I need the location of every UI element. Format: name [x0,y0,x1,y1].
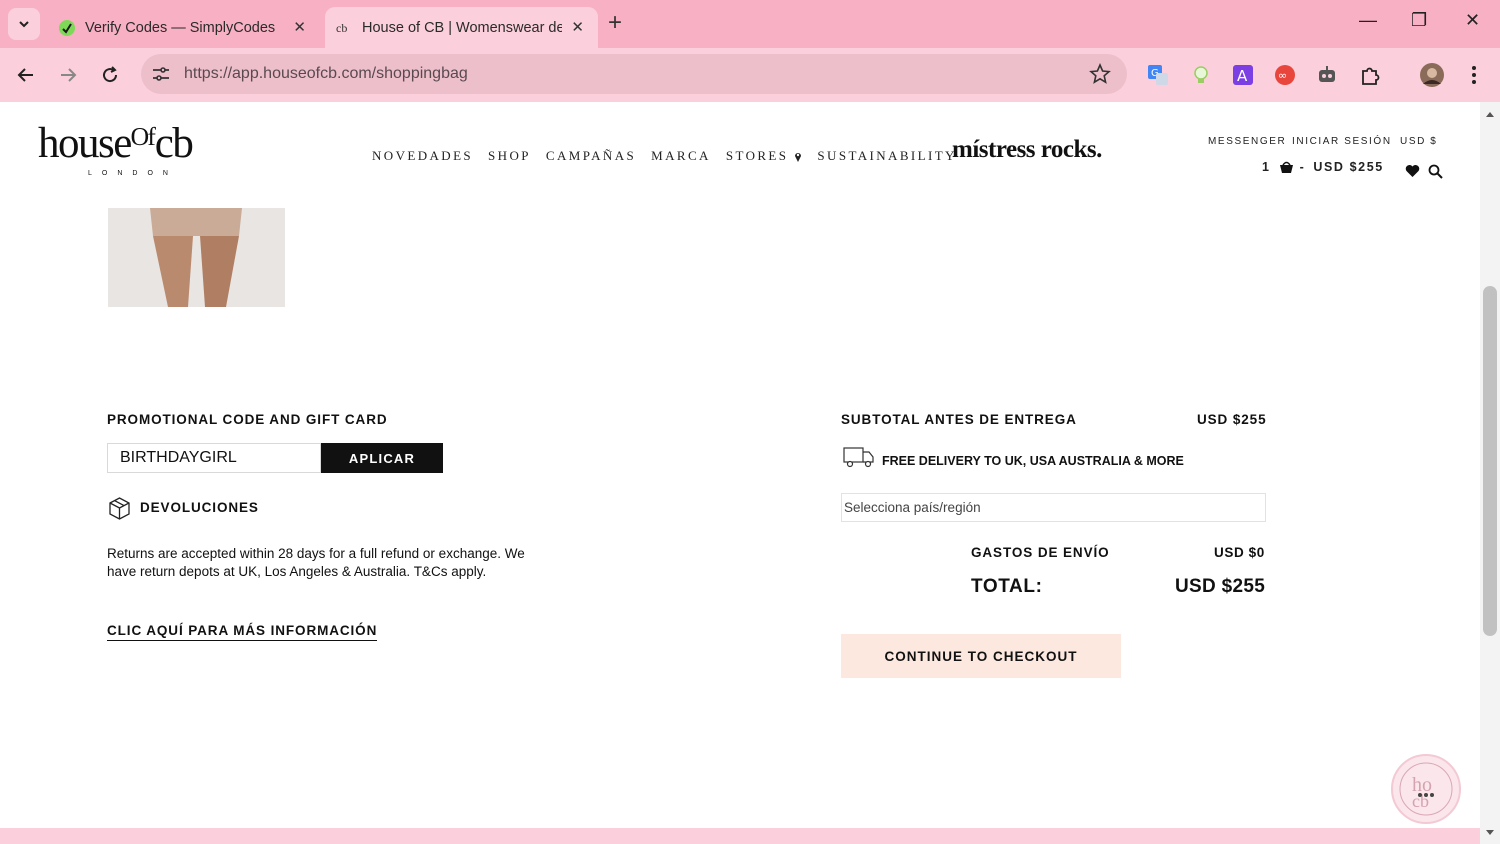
shopping-bag-page: houseᴼᶠcb LONDON NOVEDADES SHOP CAMPAÑAS… [0,102,1480,828]
mistress-rocks-link[interactable]: místress rocks. [952,136,1102,164]
forward-button[interactable] [54,61,82,89]
bag-total: USD $255 [1313,160,1384,174]
nav-marca[interactable]: MARCA [651,148,711,164]
box-icon [109,497,130,520]
messenger-link[interactable]: MESSENGER [1208,136,1286,147]
new-tab-button[interactable]: + [608,10,622,36]
country-select[interactable]: Selecciona país/región [841,493,1266,522]
page-bottom-strip [0,828,1480,844]
returns-text: Returns are accepted within 28 days for … [107,546,525,579]
browser-menu-icon[interactable] [1462,63,1486,87]
product-thumbnail[interactable] [108,208,285,307]
houseofcb-icon: cb [336,21,347,35]
subtotal-label: SUBTOTAL ANTES DE ENTREGA [841,412,1077,427]
nav-campanas[interactable]: CAMPAÑAS [546,148,636,164]
main-navigation: NOVEDADES SHOP CAMPAÑAS MARCA STORES SUS… [372,148,957,164]
free-delivery-text: FREE DELIVERY TO UK, USA AUSTRALIA & MOR… [882,454,1184,468]
simplycodes-icon [59,19,75,36]
houseofcb-logo[interactable]: houseᴼᶠcb [38,120,194,167]
more-info-link[interactable]: CLIC AQUÍ PARA MÁS INFORMACIÓN [107,623,378,641]
reload-button[interactable] [96,61,124,89]
nav-stores-label: STORES [725,148,789,163]
infinity-extension-icon[interactable]: ∞ [1273,63,1297,87]
back-button[interactable] [12,61,40,89]
tab-simplycodes[interactable]: Verify Codes — SimplyCodes ✕ [48,7,320,48]
browser-tab-bar: Verify Codes — SimplyCodes ✕ cb House of… [0,0,1500,48]
svg-text:A: A [1237,67,1248,85]
arrow-left-icon [17,68,33,82]
translate-extension-icon[interactable]: G [1146,63,1170,87]
extensions-puzzle-icon[interactable] [1358,63,1382,87]
address-bar[interactable]: https://app.houseofcb.com/shoppingbag [141,54,1127,94]
promo-code-input[interactable]: BIRTHDAYGIRL [107,443,321,473]
page-scrollbar[interactable] [1480,102,1500,844]
svg-text:cb: cb [336,21,347,35]
subtotal-value: USD $255 [1197,412,1267,427]
browser-toolbar: https://app.houseofcb.com/shoppingbag G … [0,48,1500,102]
window-close-icon[interactable]: ✕ [1465,10,1480,31]
continue-checkout-button[interactable]: CONTINUE TO CHECKOUT [841,634,1121,678]
scroll-down-arrow-icon[interactable] [1485,829,1495,837]
bag-count: 1 [1262,160,1271,174]
delivery-truck-icon [843,447,874,468]
total-label: TOTAL: [971,576,1043,597]
tab-search-button[interactable] [8,8,40,40]
bag-separator: - [1299,160,1306,174]
chevron-down-icon [19,21,29,28]
scroll-up-arrow-icon[interactable] [1485,110,1495,118]
login-link[interactable]: INICIAR SESIÓN [1292,136,1392,147]
minimize-icon[interactable]: — [1359,10,1377,31]
promo-heading: PROMOTIONAL CODE AND GIFT CARD [107,412,388,427]
close-tab-icon[interactable]: ✕ [571,18,584,36]
chat-widget-button[interactable]: ho cb [1391,754,1461,824]
site-settings-icon[interactable] [151,65,171,83]
restore-icon[interactable]: ❐ [1411,10,1427,31]
reload-icon [103,66,118,83]
bag-summary[interactable]: 1 - USD $255 [1262,160,1384,174]
nav-stores[interactable]: STORES [726,148,803,164]
profile-avatar[interactable] [1420,63,1444,87]
location-pin-icon [795,152,802,162]
returns-heading: DEVOLUCIONES [140,500,259,515]
total-value: USD $255 [1175,576,1266,597]
url-text: https://app.houseofcb.com/shoppingbag [184,65,468,82]
search-icon[interactable] [1428,164,1443,179]
logo-text: houseᴼᶠcb [38,120,194,167]
tab-title: Verify Codes — SimplyCodes [85,19,276,36]
bookmark-star-icon[interactable] [1089,63,1111,85]
nav-sustainability[interactable]: SUSTAINABILITY [817,148,956,164]
shipping-value: USD $0 [1214,545,1265,560]
nav-shop[interactable]: SHOP [488,148,531,164]
tab-title: House of CB | Womenswear des [362,19,562,36]
shopping-basket-icon [1279,161,1293,173]
tab-houseofcb[interactable]: cb House of CB | Womenswear des ✕ [325,7,598,48]
font-extension-icon[interactable]: A [1231,63,1255,87]
lightbulb-extension-icon[interactable] [1189,63,1213,87]
currency-selector[interactable]: USD $ [1400,136,1437,147]
nav-novedades[interactable]: NOVEDADES [372,148,473,164]
robot-extension-icon[interactable] [1315,63,1339,87]
svg-text:∞: ∞ [1278,69,1287,82]
wishlist-heart-icon[interactable] [1405,164,1420,178]
apply-code-button[interactable]: APLICAR [321,443,443,473]
arrow-right-icon [61,68,77,82]
shipping-label: GASTOS DE ENVÍO [971,545,1110,560]
product-image [108,208,285,307]
logo-subtitle: LONDON [88,170,178,177]
close-tab-icon[interactable]: ✕ [293,18,306,36]
houseofcb-badge-icon: ho cb [1399,762,1453,816]
scrollbar-thumb[interactable] [1483,286,1497,636]
